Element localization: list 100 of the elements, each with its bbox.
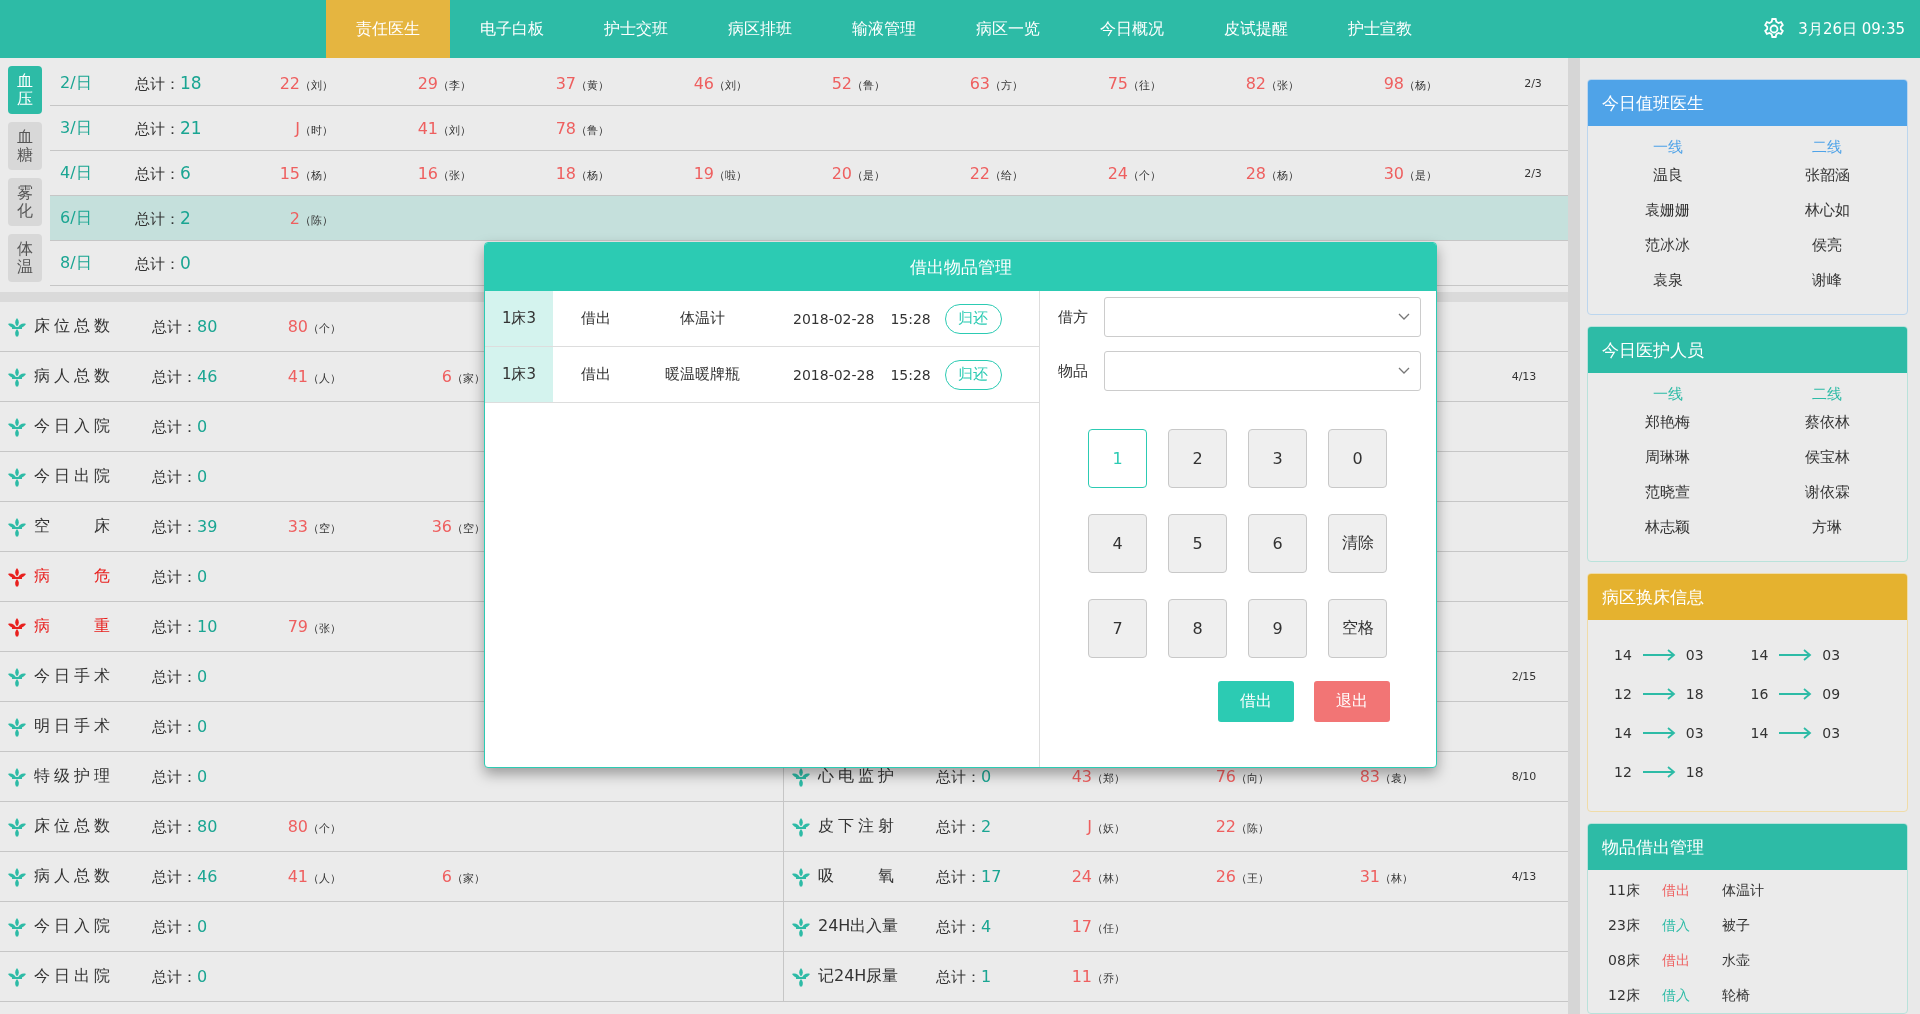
arrow-right-icon (1778, 648, 1813, 661)
total-label: 总计： (152, 467, 197, 486)
bed-from: 14 (1750, 724, 1769, 741)
loan-action: 借入 (1662, 916, 1691, 935)
staff-name: 周琳琳 (1645, 447, 1691, 468)
bed-number: 11 (1070, 967, 1092, 986)
exit-button[interactable]: 退出 (1314, 681, 1390, 722)
patient-name: （啦） (714, 168, 747, 182)
chevron-down-icon (1398, 367, 1410, 375)
chevron-down-icon (1398, 313, 1410, 321)
bed-to: 03 (1685, 646, 1704, 663)
patient-name: （鲁） (576, 123, 609, 137)
keypad-key[interactable]: 4 (1088, 514, 1147, 573)
total-value: 6 (180, 162, 191, 183)
total-label: 总计： (936, 767, 981, 786)
total-value: 46 (197, 366, 218, 386)
patient-name: （人） (308, 872, 341, 885)
staff-name: 范晓萱 (1645, 482, 1691, 503)
patient-name: （时） (300, 123, 333, 137)
patient-name: （杨） (1266, 168, 1299, 182)
patient-name: （杨） (576, 168, 609, 182)
settings-icon[interactable] (1762, 17, 1787, 41)
keypad-key[interactable]: 8 (1168, 599, 1227, 658)
patient-name: （空） (452, 522, 485, 535)
bed-label: 1床3 (485, 291, 553, 346)
keypad-key[interactable]: 空格 (1328, 599, 1387, 658)
data-row[interactable]: 6/日 总计：2 2（陈） (50, 196, 1568, 241)
staff-name: 郑艳梅 (1645, 412, 1691, 433)
data-row[interactable]: 3/日 总计：21 J（时） 41（刘） 78（鲁） (50, 106, 1568, 151)
page-indicator: 4/13 (1510, 870, 1538, 883)
bed-label: 08床 (1608, 951, 1641, 970)
bed-from: 14 (1614, 646, 1632, 663)
total-value: 0 (197, 766, 208, 786)
total-label: 总计： (152, 717, 197, 736)
total-value: 0 (197, 566, 208, 586)
bed-number: 37 (554, 73, 576, 93)
bed-from: 14 (1614, 724, 1632, 741)
total-value: 1 (981, 966, 992, 986)
total-label: 总计： (152, 617, 197, 636)
category-tab[interactable]: 雾化 (8, 178, 42, 226)
patient-name: （乔） (1092, 972, 1125, 985)
category-tab[interactable]: 血糖 (8, 122, 42, 170)
staff-name: 林心如 (1804, 200, 1850, 221)
patient-name: （是） (852, 168, 885, 182)
patient-name: （给） (990, 168, 1023, 182)
category-name: 病危 (34, 566, 110, 587)
keypad-key[interactable]: 5 (1168, 514, 1227, 573)
dropdown-field[interactable] (1104, 351, 1421, 391)
patient-name: （张） (1266, 78, 1299, 92)
total-value: 0 (197, 666, 208, 686)
loan-action: 借出 (1662, 951, 1691, 970)
item-name: 暖温暖牌瓶 (663, 365, 741, 384)
total-value: 0 (180, 252, 191, 273)
total-label: 总计： (152, 367, 197, 386)
bed-number: 17 (1070, 917, 1092, 936)
total-label: 总计： (135, 74, 180, 93)
dialog-title: 借出物品管理 (485, 243, 1436, 291)
item-name: 轮椅 (1722, 986, 1751, 1005)
bed-number: 41 (286, 367, 308, 386)
patient-name: （张） (438, 168, 471, 182)
keypad-key[interactable]: 7 (1088, 599, 1147, 658)
total-label: 总计： (152, 967, 197, 986)
patient-name: （刘） (300, 78, 333, 92)
patient-name: （家） (452, 372, 485, 385)
category-name: 病人总数 (34, 866, 110, 887)
day-label: 3/日 (60, 117, 93, 139)
arrow-right-icon (1641, 726, 1676, 739)
patient-name: （家） (452, 872, 485, 885)
data-row[interactable]: 2/日 总计：18 22（刘） 29（李） 37（黄） 46（刘） 52（鲁） 63（方） 75（往） 82（张） 98（杨） 2/3 (50, 61, 1568, 106)
bed-label: 1床3 (485, 347, 553, 402)
keypad-key[interactable]: 9 (1248, 599, 1307, 658)
staff-name: 袁泉 (1652, 270, 1683, 291)
bed-number: 15 (278, 163, 300, 183)
bed-number: J (293, 118, 300, 138)
keypad-key[interactable]: 清除 (1328, 514, 1387, 573)
staff-name: 方琳 (1812, 517, 1843, 538)
total-value: 80 (197, 816, 218, 836)
keypad-key[interactable]: 6 (1248, 514, 1307, 573)
total-label: 总计： (152, 517, 197, 536)
bed-to: 03 (1822, 724, 1841, 741)
total-value: 17 (981, 866, 1002, 886)
bed-number: 98 (1382, 73, 1404, 93)
total-label: 总计： (152, 667, 197, 686)
total-label: 总计： (135, 119, 180, 138)
bed-to: 18 (1685, 763, 1704, 780)
bed-number: 78 (554, 118, 576, 138)
category-name: 今日出院 (34, 966, 110, 987)
patient-name: （黄） (576, 78, 609, 92)
keypad-key[interactable]: 3 (1248, 429, 1307, 488)
keypad-key[interactable]: 0 (1328, 429, 1387, 488)
patient-name: （李） (438, 78, 471, 92)
dropdown-field[interactable] (1104, 297, 1421, 337)
category-tab[interactable]: 体温 (8, 234, 42, 282)
category-name: 空床 (34, 516, 110, 537)
keypad-key[interactable]: 2 (1168, 429, 1227, 488)
bed-number: 43 (1070, 767, 1092, 786)
column-heading: 一线 (1652, 384, 1683, 405)
patient-name: （向） (1236, 772, 1269, 785)
category-name: 吸氧 (818, 866, 894, 887)
arrow-right-icon (1641, 687, 1676, 700)
